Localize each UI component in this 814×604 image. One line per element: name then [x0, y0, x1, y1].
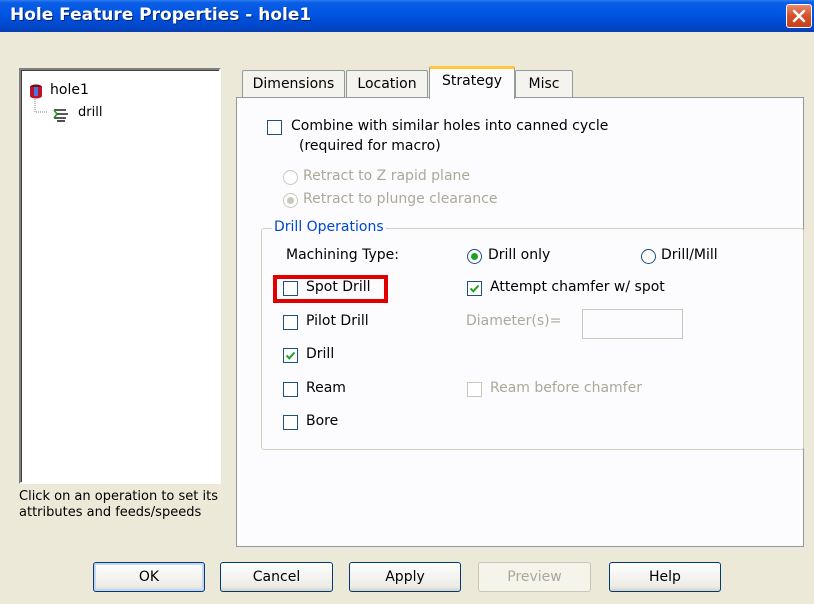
- preview-button[interactable]: Preview: [478, 562, 591, 592]
- machining-type-label: Machining Type:: [286, 247, 399, 263]
- checkmark-icon: [469, 284, 480, 293]
- attempt-chamfer-label: Attempt chamfer w/ spot: [490, 279, 665, 295]
- tab-dimensions[interactable]: Dimensions: [242, 70, 345, 97]
- tab-label: Location: [357, 76, 417, 92]
- drill-operation-icon: [53, 109, 68, 122]
- ok-button[interactable]: OK: [93, 562, 205, 592]
- bore-checkbox[interactable]: [283, 415, 298, 430]
- close-icon: [792, 9, 806, 23]
- retract-z-label: Retract to Z rapid plane: [303, 168, 471, 184]
- tab-strategy[interactable]: Strategy: [429, 66, 515, 99]
- window-title: Hole Feature Properties - hole1: [10, 5, 312, 25]
- hole-feature-icon: [30, 84, 42, 99]
- checkmark-icon: [285, 351, 296, 360]
- tree-hint-text: Click on an operation to set its attribu…: [19, 489, 218, 520]
- attempt-chamfer-checkbox[interactable]: [467, 281, 482, 296]
- drill-only-radio[interactable]: [467, 249, 482, 264]
- drill-label: Drill: [306, 346, 335, 362]
- ream-before-chamfer-label: Ream before chamfer: [490, 380, 642, 396]
- retract-plunge-label: Retract to plunge clearance: [303, 191, 498, 207]
- tab-label: Strategy: [442, 73, 502, 89]
- diameter-label: Diameter(s)=: [466, 313, 562, 329]
- close-button[interactable]: [786, 4, 812, 28]
- bore-label: Bore: [306, 413, 339, 429]
- combine-checkbox[interactable]: [267, 120, 282, 135]
- operation-tree[interactable]: hole1 drill: [19, 68, 221, 484]
- tab-label: Misc: [528, 76, 560, 92]
- diameter-input[interactable]: [582, 309, 683, 339]
- combine-label: Combine with similar holes into canned c…: [291, 118, 609, 134]
- drill-checkbox[interactable]: [283, 348, 298, 363]
- tab-label: Dimensions: [252, 76, 335, 92]
- drill-mill-label: Drill/Mill: [661, 247, 718, 263]
- tab-location[interactable]: Location: [346, 70, 428, 97]
- ream-before-chamfer-checkbox[interactable]: [467, 382, 482, 397]
- pilot-drill-checkbox[interactable]: [283, 315, 298, 330]
- spot-drill-highlight: [273, 275, 388, 303]
- drill-operations-legend: Drill Operations: [272, 219, 386, 235]
- drill-mill-radio[interactable]: [641, 249, 656, 264]
- dialog-window: Hole Feature Properties - hole1 hole1 dr…: [0, 0, 814, 604]
- tree-node-label: hole1: [50, 82, 89, 98]
- help-button[interactable]: Help: [609, 562, 721, 592]
- combine-label-note: (required for macro): [299, 138, 441, 154]
- retract-plunge-radio[interactable]: [283, 193, 298, 208]
- drill-only-label: Drill only: [488, 247, 551, 263]
- ream-label: Ream: [306, 380, 346, 396]
- pilot-drill-label: Pilot Drill: [306, 313, 369, 329]
- title-bar[interactable]: Hole Feature Properties - hole1: [0, 0, 814, 32]
- tab-misc[interactable]: Misc: [515, 70, 573, 97]
- cancel-button[interactable]: Cancel: [220, 562, 333, 592]
- ream-checkbox[interactable]: [283, 382, 298, 397]
- retract-z-radio[interactable]: [283, 170, 298, 185]
- apply-button[interactable]: Apply: [349, 562, 461, 592]
- tree-node-label: drill: [78, 105, 103, 120]
